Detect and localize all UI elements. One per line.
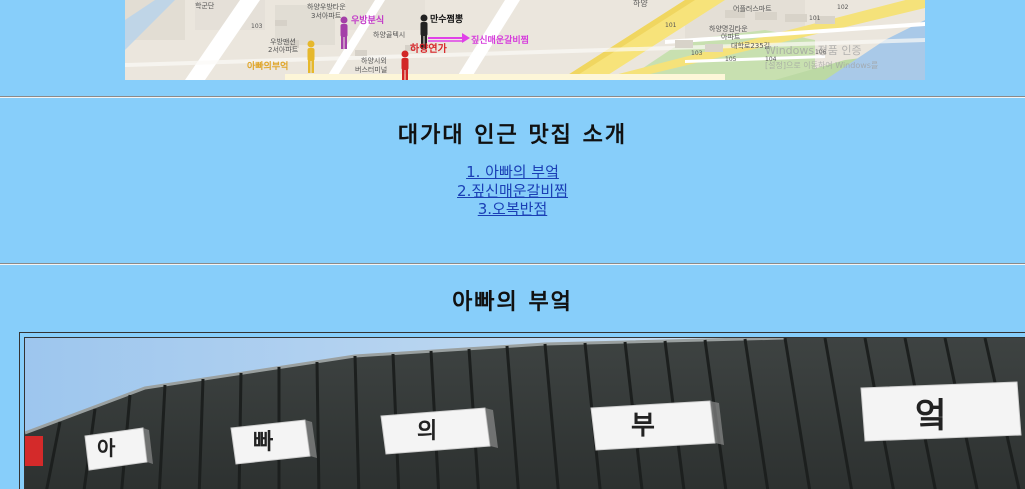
map-label: 103 (691, 50, 703, 57)
map-label: 102 (837, 4, 849, 11)
person-marker-icon (340, 16, 348, 49)
map-marker-label: 짚신매운갈비찜 (471, 36, 529, 46)
map-label: 어플러스마트 (733, 5, 772, 13)
sign-letter: 빠 (253, 430, 274, 455)
map-label: 하양골텍시 (373, 31, 406, 39)
sign-letter: 부 (631, 411, 655, 441)
sign-photo-graphics (25, 338, 1025, 489)
map-label: 버스터미널 (355, 66, 388, 74)
map-label: 우방맨션 (270, 38, 296, 46)
sign-letter: 의 (417, 419, 438, 444)
map-marker-label: 우방분식 (351, 16, 385, 26)
section-title-restaurant: 아빠의 부엌 (452, 290, 573, 315)
restaurant-link-list: 1. 아빠의 부엌 2.짚신매운갈비찜 3.오복반점 (0, 163, 1025, 219)
windows-activation-watermark-sub: [설정]으로 이동하여 Windows를 (765, 61, 879, 70)
sign-letter: 엌 (915, 396, 947, 436)
horizontal-rule (0, 96, 1025, 98)
map-label: 103 (251, 23, 263, 30)
map-marker-label: 아빠의부억 (247, 62, 289, 72)
windows-activation-watermark: Windows 정품 인증 (765, 44, 862, 57)
arrow-marker-icon (428, 33, 470, 43)
horizontal-rule (0, 263, 1025, 265)
map-label: 하양시외 (361, 57, 387, 65)
sign-letter: 아 (97, 436, 116, 460)
restaurant-sign-photo: 아 빠 의 부 엌 (24, 337, 1025, 489)
section-title-intro: 대가대 인근 맛집 소개 (397, 123, 628, 148)
map-label: 101 (809, 15, 821, 22)
restaurant-map-image: 학군단 하양우방타운 3서아파트 하양골텍시 우방맨션 2서아파트 하양시외 버… (125, 0, 925, 80)
map-label: 2서아파트 (268, 46, 299, 54)
map-marker-label: 만수쩜뽕 (430, 15, 464, 25)
map-label: 105 (725, 56, 737, 63)
map-label: 101 (665, 22, 677, 29)
map-marker-label: 하양연가 (410, 44, 447, 55)
map-label: 아파트 (721, 33, 741, 41)
map-label: 하양우방타운 (307, 3, 346, 11)
link-restaurant-1[interactable]: 1. 아빠의 부엌 (466, 163, 559, 182)
map-label: 학군단 (195, 2, 215, 10)
map-label: 하양 (633, 0, 648, 8)
person-marker-icon (307, 40, 315, 73)
link-restaurant-3[interactable]: 3.오복반점 (478, 200, 548, 219)
link-restaurant-2[interactable]: 2.짚신매운갈비찜 (457, 182, 568, 201)
map-label: 하양명김타운 (709, 25, 748, 33)
page: 학군단 하양우방타운 3서아파트 하양골텍시 우방맨션 2서아파트 하양시외 버… (0, 0, 1025, 489)
